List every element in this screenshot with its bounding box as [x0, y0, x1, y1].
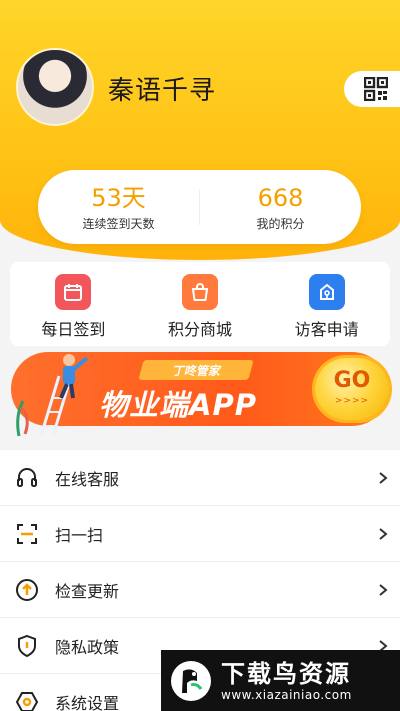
quick-actions: 每日签到 积分商城 访客申请 [10, 262, 390, 346]
quick-action-visitor-request[interactable]: 访客申请 [263, 262, 390, 346]
shopping-bag-icon [182, 274, 218, 310]
shield-icon [14, 633, 40, 659]
banner-title: 物业端APP [99, 388, 257, 422]
qr-code-button[interactable] [344, 71, 400, 107]
chevron-right-icon [379, 471, 388, 484]
menu-item-online-service[interactable]: 在线客服 [0, 450, 400, 506]
banner-brand-tag: 丁咚管家 [138, 360, 254, 380]
points-label: 我的积分 [256, 216, 305, 231]
menu-item-check-update[interactable]: 检查更新 [0, 562, 400, 618]
menu-item-label: 隐私政策 [55, 637, 120, 657]
checkin-stat[interactable]: 53天 连续签到天数 [38, 183, 199, 232]
stats-card: 53天 连续签到天数 668 我的积分 [38, 170, 361, 244]
menu-item-label: 在线客服 [55, 469, 120, 489]
headset-icon [14, 465, 40, 491]
go-label: GO [333, 368, 371, 393]
menu-item-label: 系统设置 [55, 693, 120, 711]
bird-logo-icon [171, 660, 211, 701]
menu-item-label: 扫一扫 [55, 525, 104, 545]
chevron-right-icon [379, 527, 388, 540]
ladder-climber-illustration [16, 354, 89, 437]
settings-icon [14, 689, 40, 711]
go-button[interactable]: GO >>>> [315, 358, 389, 420]
quick-action-daily-checkin[interactable]: 每日签到 [10, 262, 137, 346]
watermark-url: www.xiazainiao.com [221, 687, 352, 702]
checkin-days-value: 53天 [91, 183, 146, 212]
calendar-icon [55, 274, 92, 310]
menu-item-scan[interactable]: 扫一扫 [0, 506, 400, 562]
qr-code-icon [364, 77, 388, 101]
watermark-title: 下载鸟资源 [221, 659, 351, 688]
points-stat[interactable]: 668 我的积分 [200, 183, 361, 232]
checkin-days-label: 连续签到天数 [82, 216, 155, 231]
quick-action-points-mall[interactable]: 积分商城 [137, 262, 264, 346]
menu-item-label: 检查更新 [55, 581, 120, 601]
property-app-banner[interactable]: 丁咚管家 物业端APP GO >>>> [11, 352, 389, 437]
points-value: 668 [257, 183, 304, 212]
quick-action-label: 访客申请 [294, 320, 359, 339]
avatar[interactable] [16, 48, 94, 126]
chevron-right-icon [379, 583, 388, 596]
quick-action-label: 积分商城 [168, 320, 233, 339]
scan-icon [14, 521, 40, 547]
username: 秦语千寻 [108, 76, 217, 106]
go-arrows: >>>> [334, 396, 370, 406]
visitor-key-icon [308, 274, 345, 310]
quick-action-label: 每日签到 [41, 320, 106, 339]
watermark: 下载鸟资源 www.xiazainiao.com [161, 650, 400, 711]
update-arrow-icon [14, 577, 40, 603]
banner-brand-text: 丁咚管家 [171, 364, 220, 378]
